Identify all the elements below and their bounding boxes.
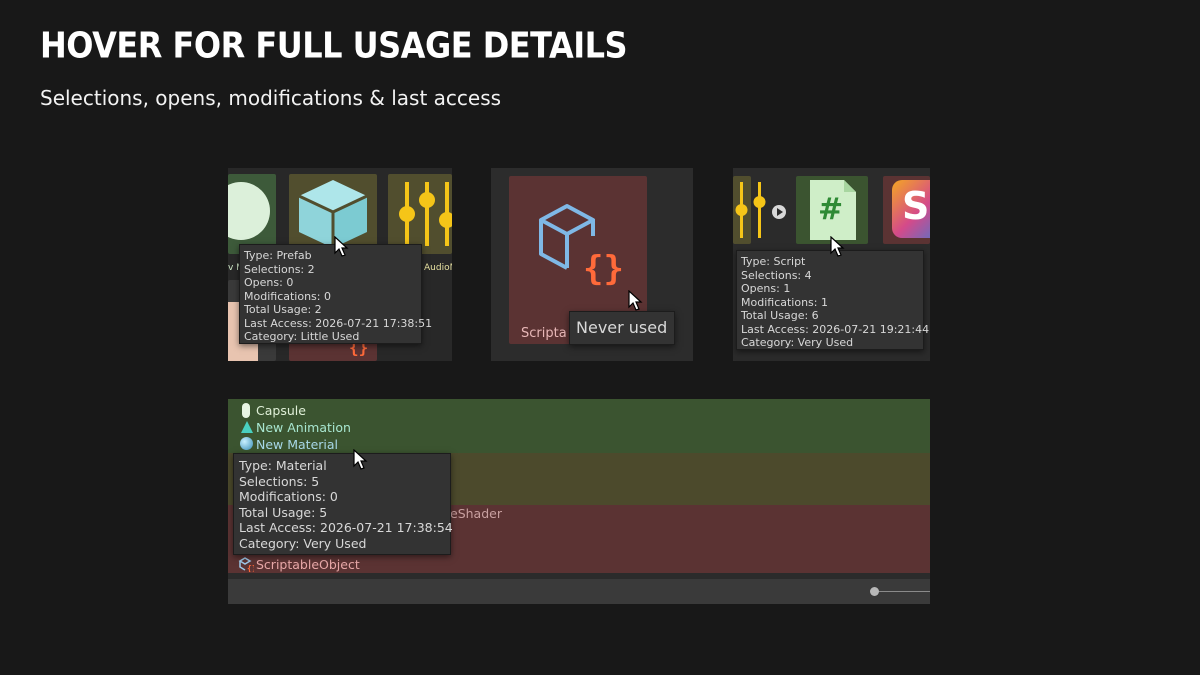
tile-prefab-cube[interactable] bbox=[289, 174, 377, 254]
prefab-grid-panel: v M AudioM {} Type: Prefab Selections: 2… bbox=[228, 168, 452, 361]
mouse-cursor-icon bbox=[830, 236, 845, 257]
zoom-slider-track bbox=[874, 591, 930, 592]
list-item-label: eShader bbox=[450, 506, 502, 521]
tile-audio-mixer[interactable] bbox=[388, 174, 452, 254]
scriptable-object-small-icon: {} bbox=[238, 557, 254, 572]
scriptable-object-icon: {} bbox=[539, 204, 624, 289]
zoom-slider[interactable] bbox=[870, 585, 930, 599]
never-used-tooltip: Never used bbox=[569, 311, 675, 345]
script-grid-panel: # S Type: Script Selections: 4 Opens: 1 … bbox=[733, 168, 930, 361]
tooltip-total-usage: Total Usage: 2 bbox=[244, 303, 322, 316]
tooltip-modifications: Modifications: 0 bbox=[244, 289, 331, 303]
usage-tooltip-material: Type: Material Selections: 5 Modificatio… bbox=[233, 453, 453, 555]
tooltip-category: Category: Little Used bbox=[244, 330, 360, 343]
audio-mixer-icon bbox=[399, 182, 452, 246]
prefab-cube-icon bbox=[298, 180, 368, 248]
tooltip-last-access: Last Access: 2026-07-21 17:38:54 bbox=[239, 520, 453, 535]
tooltip-selections: Selections: 2 bbox=[244, 262, 315, 276]
slide-title: HOVER FOR FULL USAGE DETAILS bbox=[40, 24, 628, 67]
tooltip-category: Category: Very Used bbox=[741, 336, 854, 349]
tile-shader-graph[interactable]: S bbox=[883, 176, 930, 244]
tooltip-type: Type: Prefab bbox=[244, 249, 312, 262]
tooltip-modifications: Modifications: 0 bbox=[239, 489, 338, 504]
tooltip-opens: Opens: 1 bbox=[741, 282, 791, 295]
tile-script[interactable]: # bbox=[796, 176, 868, 244]
tooltip-total-usage: Total Usage: 6 bbox=[741, 309, 819, 322]
tooltip-selections: Selections: 4 bbox=[741, 268, 812, 282]
svg-text:{}: {} bbox=[583, 249, 624, 289]
play-icon[interactable] bbox=[772, 205, 786, 219]
zoom-slider-handle[interactable] bbox=[870, 587, 879, 596]
mouse-cursor-icon bbox=[353, 449, 368, 470]
animation-icon bbox=[241, 421, 253, 433]
svg-text:{}: {} bbox=[247, 564, 254, 572]
usage-tooltip-script: Type: Script Selections: 4 Opens: 1 Modi… bbox=[736, 250, 930, 350]
mouse-cursor-icon bbox=[334, 236, 349, 257]
tile-label-audio-mixer: AudioM bbox=[424, 263, 452, 273]
tooltip-last-access: Last Access: 2026-07-21 17:38:51 bbox=[244, 316, 433, 330]
tile-prefab-sphere[interactable] bbox=[228, 174, 276, 254]
list-item-label: New Material bbox=[256, 437, 339, 452]
tooltip-opens: Opens: 0 bbox=[244, 276, 294, 289]
tooltip-type: Type: Material bbox=[239, 458, 327, 473]
capsule-icon bbox=[242, 403, 250, 418]
scriptable-object-panel: {} Scripta Never used bbox=[491, 168, 693, 361]
tile-label-scriptable: Scripta bbox=[521, 326, 567, 341]
tooltip-selections: Selections: 5 bbox=[239, 473, 320, 489]
list-item-label: New Animation bbox=[256, 420, 351, 435]
tooltip-category: Category: Very Used bbox=[239, 535, 367, 551]
list-item-label: ScriptableObject bbox=[256, 557, 360, 572]
project-list-panel: Capsule New Animation New Material eShad… bbox=[228, 399, 930, 604]
list-item-label: Capsule bbox=[256, 403, 306, 418]
script-hash-glyph: # bbox=[818, 192, 844, 227]
tooltip-total-usage: Total Usage: 5 bbox=[239, 504, 328, 520]
sphere-icon bbox=[228, 182, 270, 240]
audio-mixer-icon bbox=[735, 182, 766, 238]
slide-subtitle: Selections, opens, modifications & last … bbox=[40, 86, 502, 110]
usage-tooltip-prefab: Type: Prefab Selections: 2 Opens: 0 Modi… bbox=[239, 244, 433, 344]
tooltip-last-access: Last Access: 2026-07-21 19:21:44 bbox=[741, 322, 930, 336]
mouse-cursor-icon bbox=[628, 290, 643, 311]
tile-audio-mixer-small[interactable] bbox=[733, 176, 766, 244]
footer-bar bbox=[228, 579, 930, 604]
shader-graph-icon: S bbox=[892, 180, 930, 238]
material-sphere-icon bbox=[240, 437, 253, 450]
tooltip-modifications: Modifications: 1 bbox=[741, 295, 828, 309]
